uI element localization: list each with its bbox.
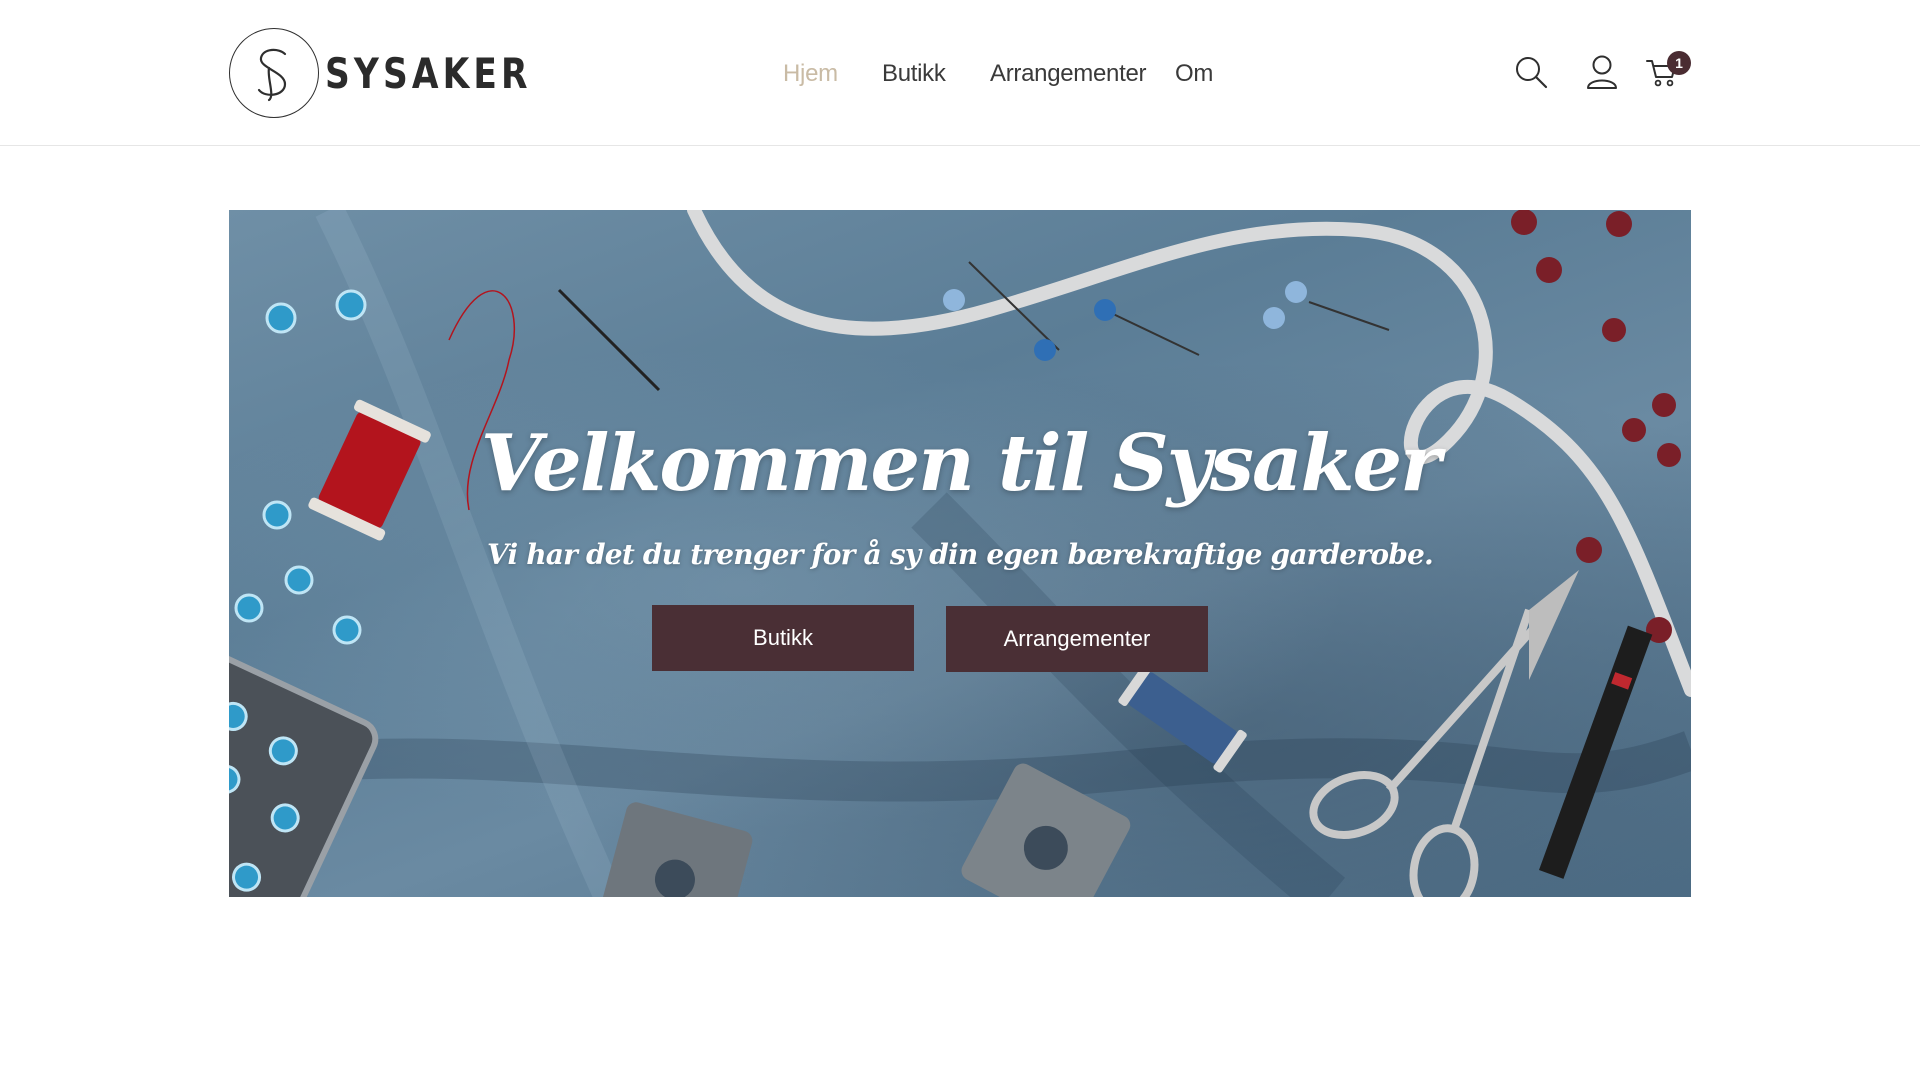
events-button[interactable]: Arrangementer bbox=[946, 606, 1208, 672]
cart-count-badge: 1 bbox=[1667, 51, 1691, 75]
nav-item-about[interactable]: Om bbox=[1175, 56, 1213, 92]
user-icon bbox=[1587, 55, 1617, 89]
hero-banner: Velkommen til Sysaker Vi har det du tren… bbox=[229, 210, 1691, 897]
search-icon bbox=[1516, 57, 1548, 89]
main-nav: Hjem Butikk Arrangementer Om bbox=[0, 56, 1920, 92]
shop-button[interactable]: Butikk bbox=[652, 605, 914, 671]
nav-item-events[interactable]: Arrangementer bbox=[990, 56, 1146, 92]
site-header: SYSAKER Hjem Butikk Arrangementer Om 1 bbox=[0, 0, 1920, 146]
hero-subtitle: Vi har det du trenger for å sy din egen … bbox=[487, 538, 1434, 571]
nav-item-home[interactable]: Hjem bbox=[783, 56, 838, 92]
nav-item-shop[interactable]: Butikk bbox=[882, 56, 946, 92]
search-button[interactable] bbox=[1511, 52, 1551, 92]
account-button[interactable] bbox=[1582, 52, 1622, 92]
hero-title: Velkommen til Sysaker bbox=[480, 418, 1442, 509]
